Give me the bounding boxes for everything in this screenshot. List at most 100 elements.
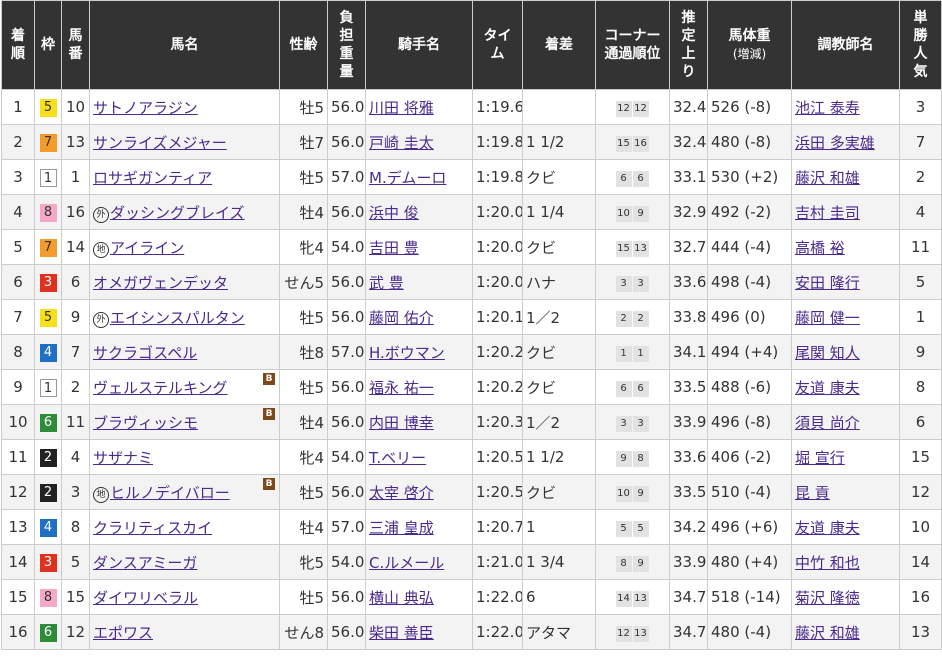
header-line: 枠 [41,37,55,53]
header-line: り [681,64,696,80]
horse-cell: 地アイライン [89,229,280,265]
jockey-cell: M.デムーロ [365,159,473,195]
jockey-name-link[interactable]: T.ベリー [369,449,426,467]
corner-cell: 22 [595,299,670,335]
jockey-name-link[interactable]: M.デムーロ [369,169,446,187]
table-row: 10 6 11 ブラヴィッシモ B 牡4 56.0 内田 博幸 1:20.3 1／2 3 3 33.9 4… [1,404,942,440]
horse-name-link[interactable]: ロサギガンティア [93,169,212,187]
horse-name-link[interactable]: ヴェルステルキング [93,379,228,397]
corner-position: 15 [615,241,632,257]
trainer-name-link[interactable]: 高橋 裕 [795,239,845,257]
trainer-name-link[interactable]: 昆 貢 [795,484,830,502]
jockey-name-link[interactable]: 内田 博幸 [369,414,434,432]
horse-name-link[interactable]: ヒルノデイバロー [110,484,230,502]
header-body: 馬体重 (増減) [707,0,792,90]
jockey-name-link[interactable]: 福永 祐一 [369,379,434,397]
trainer-name-link[interactable]: 吉村 圭司 [795,204,860,222]
corner-position: 8 [615,556,632,572]
horse-name-link[interactable]: クラリティスカイ [93,519,212,537]
last-cell: 32.9 [669,194,708,230]
trainer-name-link[interactable]: 菊沢 隆徳 [795,589,860,607]
trainer-name-link[interactable]: 藤沢 和雄 [795,624,860,642]
trainer-cell: 中竹 和也 [791,544,900,580]
weight-cell: 56.0 [327,614,366,650]
table-row: 13 4 8 クラリティスカイ 牡4 57.0 三浦 皇成 1:20.7 1 5 5 34.2 496 … [1,509,942,545]
jockey-name-link[interactable]: 太宰 啓介 [369,484,434,502]
race-result-table: 着順 枠 馬番 馬名 性齢 負担重量 騎手名 タイム 着差 コーナー 通過順位 推… [1,0,942,650]
trainer-cell: 尾関 知人 [791,334,900,370]
jockey-name-link[interactable]: 柴田 善臣 [369,624,434,642]
margin-cell: 1 3/4 [522,544,596,580]
horse-name-link[interactable]: サトノアラジン [93,99,198,117]
trainer-name-link[interactable]: 友道 康夫 [795,379,860,397]
jockey-name-link[interactable]: 藤岡 佑介 [369,309,434,327]
body-weight-cell: 480 (+4) [707,544,792,580]
trainer-name-link[interactable]: 藤沢 和雄 [795,169,860,187]
waku-badge: 6 [39,414,57,432]
horse-name-link[interactable]: ダイワリベラル [93,589,198,607]
trainer-name-link[interactable]: 友道 康夫 [795,519,860,537]
jockey-name-link[interactable]: 川田 将雅 [369,99,434,117]
horse-name-link[interactable]: オメガヴェンデッタ [93,274,228,292]
trainer-name-link[interactable]: 池江 泰寿 [795,99,860,117]
corner-position: 14 [615,591,632,607]
trainer-cell: 堀 宣行 [791,439,900,475]
jockey-name-link[interactable]: 武 豊 [369,274,404,292]
last-cell: 33.1 [669,159,708,195]
rank-cell: 7 [1,299,35,335]
header-line: 上 [681,46,696,62]
rank-cell: 15 [1,579,35,615]
horse-name-link[interactable]: ダッシングブレイズ [110,204,245,222]
umaban-cell: 1 [61,159,90,195]
umaban-cell: 15 [61,579,90,615]
sexage-cell: 牡5 [279,369,328,405]
jockey-name-link[interactable]: 浜中 俊 [369,204,419,222]
corner-position: 6 [615,171,632,187]
trainer-cell: 高橋 裕 [791,229,900,265]
horse-cell: エポワス [89,614,280,650]
jockey-name-link[interactable]: 横山 典弘 [369,589,434,607]
corner-position: 3 [615,416,632,432]
trainer-cell: 友道 康夫 [791,509,900,545]
horse-cell: オメガヴェンデッタ [89,264,280,300]
time-cell: 1:20.3 [472,404,523,440]
horse-name-link[interactable]: サクラゴスペル [93,344,197,362]
jockey-name-link[interactable]: H.ボウマン [369,344,445,362]
horse-name-link[interactable]: サザナミ [93,449,153,467]
sexage-cell: 牡5 [279,299,328,335]
horse-name-link[interactable]: アイライン [110,239,184,257]
trainer-name-link[interactable]: 堀 宣行 [795,449,845,467]
corner-cell: 12 13 [595,614,670,650]
trainer-name-link[interactable]: 中竹 和也 [795,554,860,572]
jockey-cell: 横山 典弘 [365,579,473,615]
body-weight-cell: 492 (-2) [707,194,792,230]
jockey-name-link[interactable]: C.ルメール [369,554,444,572]
body-weight-cell: 498 (-4) [707,264,792,300]
horse-name-link[interactable]: サンライズメジャー [93,134,227,152]
horse-name-link[interactable]: ブラヴィッシモ [93,414,198,432]
corner-cell: 11 [595,334,670,370]
trainer-name-link[interactable]: 浜田 多実雄 [795,134,875,152]
corner-position: 12 [615,626,632,642]
horse-name-link[interactable]: ダンスアミーガ [93,554,197,572]
popularity-cell: 6 [899,404,942,440]
jockey-cell: 武 豊 [365,264,473,300]
jockey-name-link[interactable]: 吉田 豊 [369,239,419,257]
trainer-name-link[interactable]: 藤岡 健一 [795,309,860,327]
trainer-name-link[interactable]: 須貝 尚介 [795,414,860,432]
sexage-cell: 牡5 [279,579,328,615]
horse-name-link[interactable]: エポワス [93,624,153,642]
origin-mark: 外 [93,206,109,223]
waku-badge: 2 [39,449,57,467]
trainer-cell: 安田 隆行 [791,264,900,300]
time-cell: 1:20.0 [472,229,523,265]
last-cell: 34.7 [669,614,708,650]
weight-cell: 56.0 [327,264,366,300]
corner-position: 15 [615,136,632,152]
trainer-name-link[interactable]: 安田 隆行 [795,274,860,292]
margin-cell: 6 [522,579,596,615]
jockey-name-link[interactable]: 戸崎 圭太 [369,134,434,152]
trainer-name-link[interactable]: 尾関 知人 [795,344,860,362]
horse-name-link[interactable]: エイシンスパルタン [110,309,245,327]
jockey-name-link[interactable]: 三浦 皇成 [369,519,434,537]
